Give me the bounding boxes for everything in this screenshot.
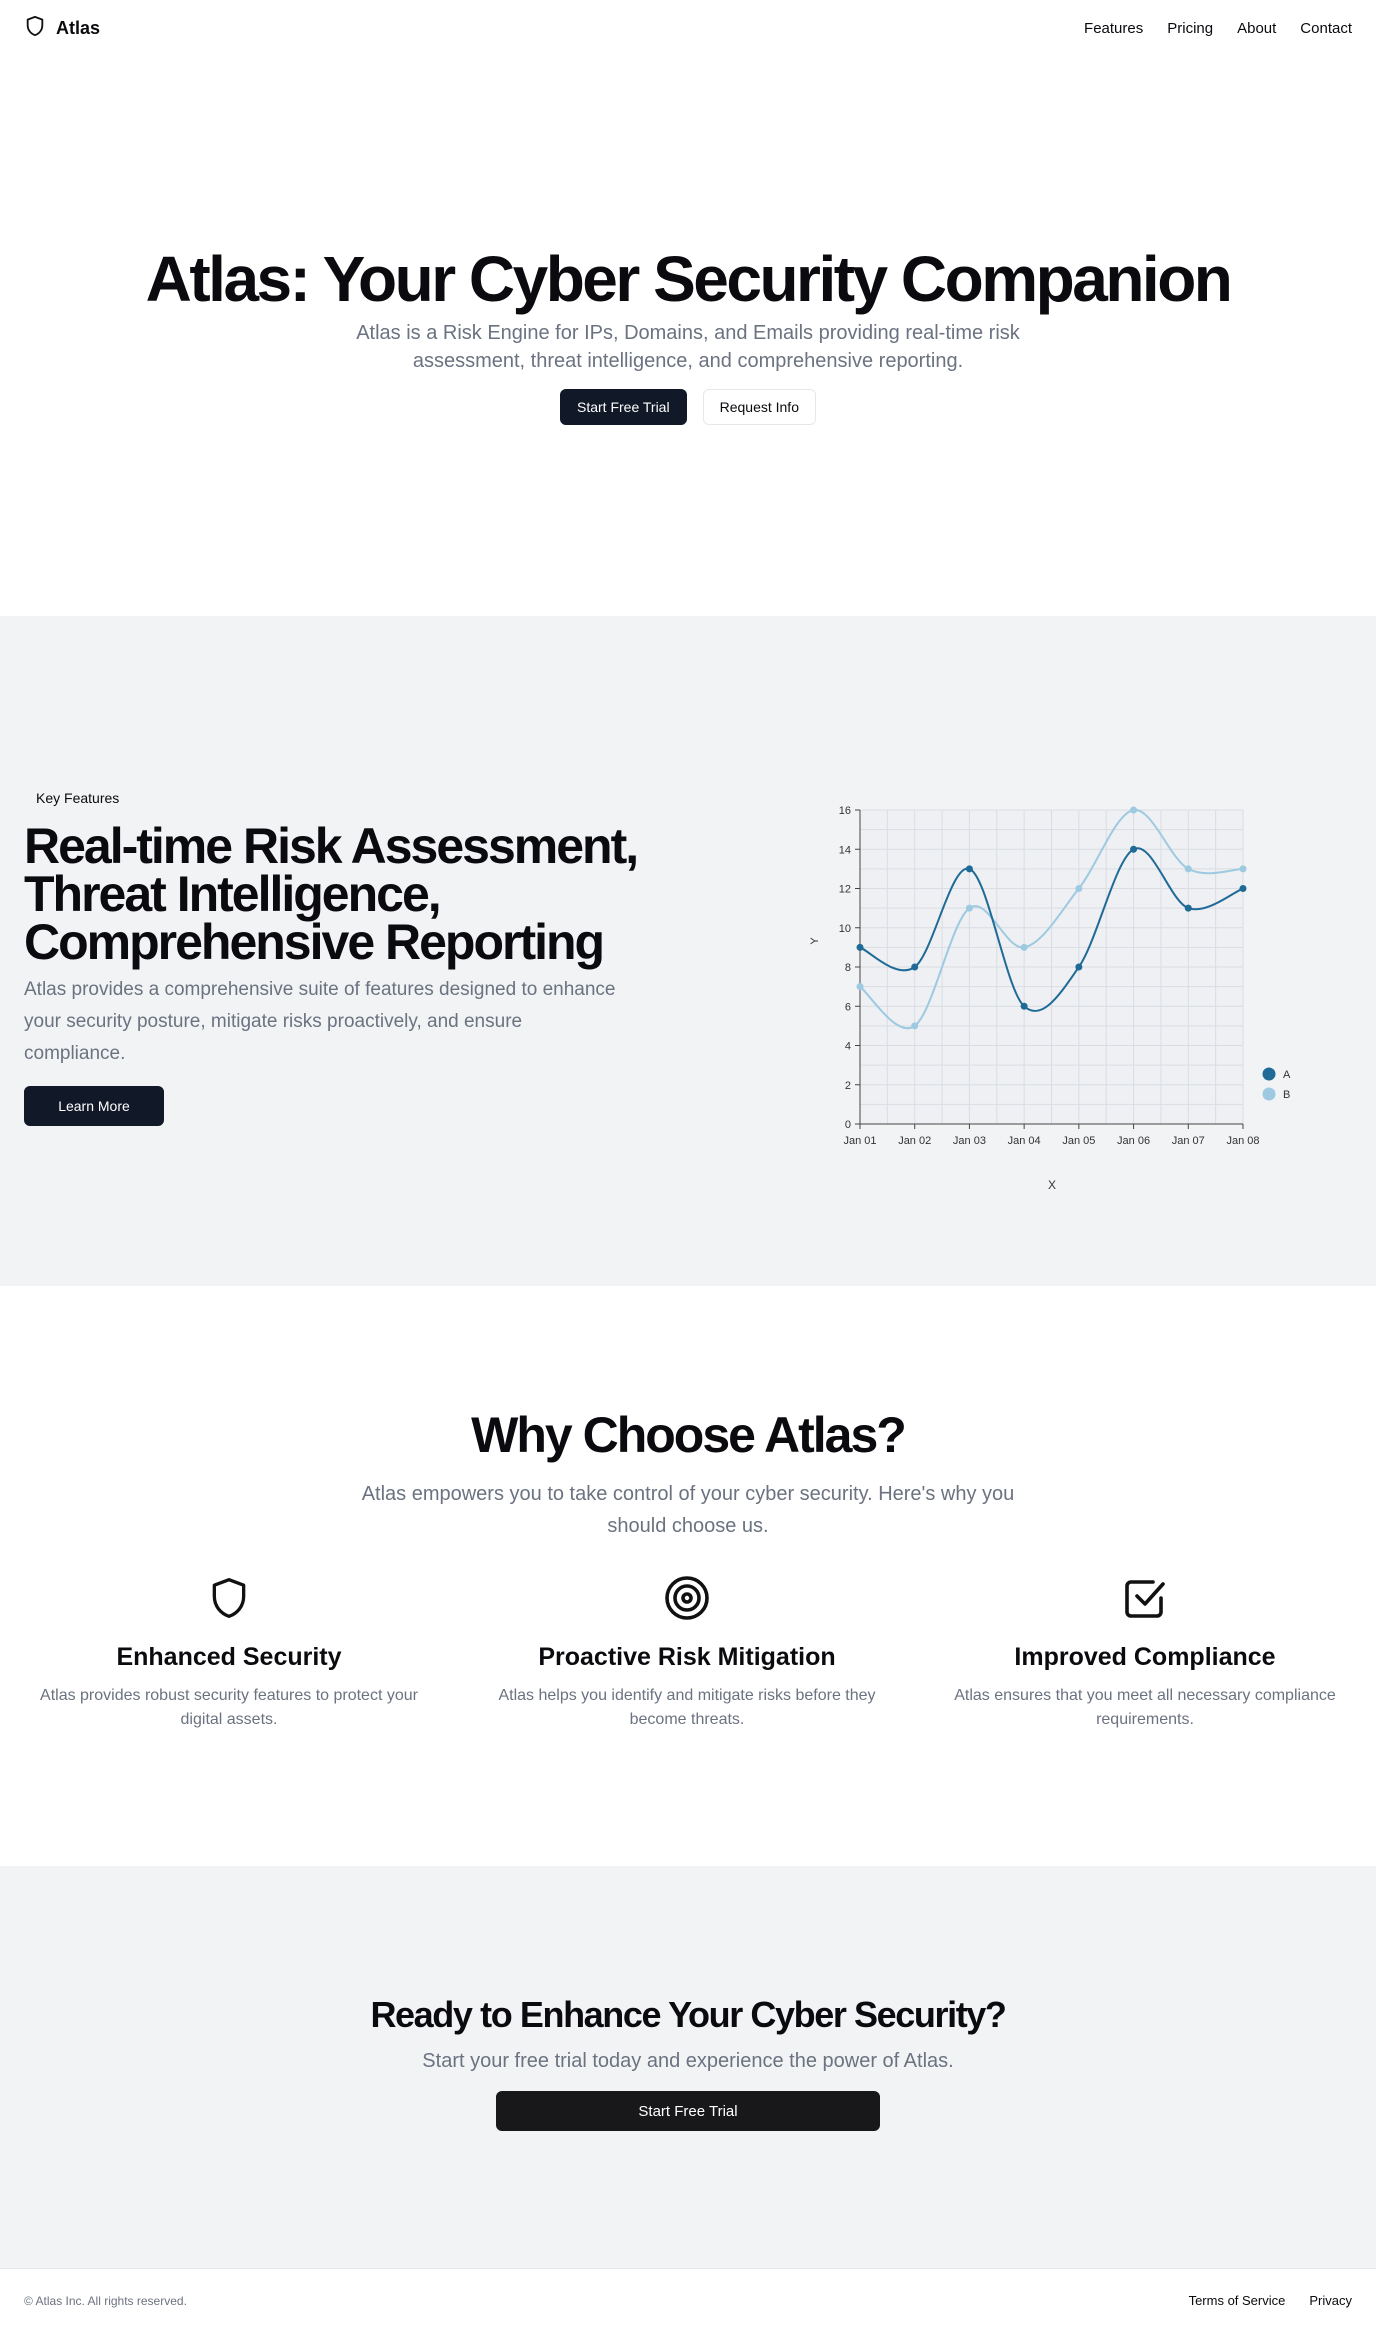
data-point-A [965,865,973,873]
privacy-link[interactable]: Privacy [1309,2293,1352,2308]
benefit-card: Enhanced Security Atlas provides robust … [0,1574,458,1732]
benefit-text: Atlas helps you identify and mitigate ri… [498,1687,876,1728]
legend-marker [1262,1087,1276,1101]
target-icon [663,1574,711,1627]
copyright: © Atlas Inc. All rights reserved. [24,2293,187,2308]
y-tick-label: 14 [839,844,851,856]
benefit-card: Proactive Risk Mitigation Atlas helps yo… [458,1574,916,1732]
data-point-B [856,983,864,991]
data-point-B [1075,885,1083,892]
data-point-B [965,904,973,912]
nav-link-features[interactable]: Features [1084,20,1143,37]
y-tick-label: 12 [839,884,851,896]
site-header: Atlas Features Pricing About Contact [0,0,1376,56]
main-nav: Features Pricing About Contact [1084,20,1352,37]
x-tick-label: Jan 03 [953,1135,986,1147]
x-tick-label: Jan 05 [1062,1135,1095,1147]
benefit-text: Atlas ensures that you meet all necessar… [954,1687,1336,1728]
cta-title: Ready to Enhance Your Cyber Security? [370,1994,1006,2035]
why-lead: Atlas empowers you to take control of yo… [361,1483,1015,1537]
x-tick-label: Jan 06 [1117,1135,1150,1147]
hero-subtitle: Atlas is a Risk Engine for IPs, Domains,… [356,322,1020,373]
features-description: Atlas provides a comprehensive suite of … [24,979,616,1064]
data-point-A [911,963,919,971]
x-tick-label: Jan 04 [1008,1135,1041,1147]
cta-start-free-trial-button[interactable]: Start Free Trial [496,2091,880,2131]
features-content: Key Features Real-time Risk Assessment, … [24,786,644,1126]
cta-text: Start your free trial today and experien… [422,2050,954,2072]
key-features-badge: Key Features [24,786,132,810]
checkbox-icon [1121,1574,1169,1627]
data-point-A [1075,963,1083,971]
features-section: Key Features Real-time Risk Assessment, … [0,616,1376,1286]
y-tick-label: 6 [845,1001,851,1013]
data-point-B [1130,806,1138,814]
risk-chart: 0 2 4 6 8 10 12 14 16 Jan 01 Jan 02 Jan 03 Jan 04 Jan… [800,784,1320,1204]
legend-label: A [1283,1069,1291,1081]
legend-marker [1262,1067,1276,1081]
why-section: Why Choose Atlas? Atlas empowers you to … [0,1286,1376,1866]
benefit-title: Improved Compliance [1014,1643,1276,1671]
features-title: Real-time Risk Assessment, Threat Intell… [24,818,639,970]
cta-section: Ready to Enhance Your Cyber Security? St… [0,1866,1376,2268]
benefit-title: Enhanced Security [116,1643,342,1671]
nav-link-about[interactable]: About [1237,20,1276,37]
data-point-A [1184,904,1192,912]
start-free-trial-button[interactable]: Start Free Trial [560,389,687,426]
data-point-A [1130,845,1138,853]
benefit-text: Atlas provides robust security features … [40,1687,418,1728]
legend-label: B [1283,1089,1290,1101]
y-tick-label: 0 [845,1119,851,1131]
y-axis-label: Y [809,937,821,945]
shield-icon [24,14,46,43]
data-point-A [1020,1002,1028,1010]
data-point-A [1239,885,1247,892]
x-tick-label: Jan 02 [898,1135,931,1147]
nav-link-pricing[interactable]: Pricing [1167,20,1213,37]
request-info-button[interactable]: Request Info [702,389,816,426]
x-tick-label: Jan 08 [1226,1135,1259,1147]
data-point-B [1020,943,1028,951]
x-axis-label: X [1048,1178,1056,1192]
y-tick-label: 2 [845,1080,851,1092]
hero-actions: Start Free Trial Request Info [560,389,816,426]
data-point-B [1184,865,1192,873]
benefit-cards: Enhanced Security Atlas provides robust … [0,1574,1376,1732]
line-chart-svg: 0 2 4 6 8 10 12 14 16 Jan 01 Jan 02 Jan 03 Jan 04 Jan… [809,805,1291,1192]
shield-icon [207,1574,251,1627]
benefit-card: Improved Compliance Atlas ensures that y… [916,1574,1374,1732]
data-point-B [1239,865,1247,873]
brand[interactable]: Atlas [24,14,100,43]
why-title: Why Choose Atlas? [471,1407,907,1463]
hero-section: Atlas: Your Cyber Security Companion Atl… [0,56,1376,616]
nav-link-contact[interactable]: Contact [1300,20,1352,37]
y-tick-label: 4 [845,1041,851,1053]
y-tick-label: 10 [839,923,851,935]
y-tick-label: 8 [845,962,851,974]
terms-of-service-link[interactable]: Terms of Service [1189,2293,1286,2308]
x-tick-label: Jan 01 [843,1135,876,1147]
benefit-title: Proactive Risk Mitigation [538,1643,836,1671]
footer-links: Terms of Service Privacy [1189,2293,1352,2308]
brand-name: Atlas [56,17,101,38]
data-point-A [856,943,864,951]
site-footer: © Atlas Inc. All rights reserved. Terms … [0,2268,1376,2332]
x-tick-label: Jan 07 [1172,1135,1205,1147]
y-tick-label: 16 [839,805,851,817]
hero-title: Atlas: Your Cyber Security Companion [145,243,1233,315]
data-point-B [911,1022,919,1030]
learn-more-button[interactable]: Learn More [24,1086,164,1126]
